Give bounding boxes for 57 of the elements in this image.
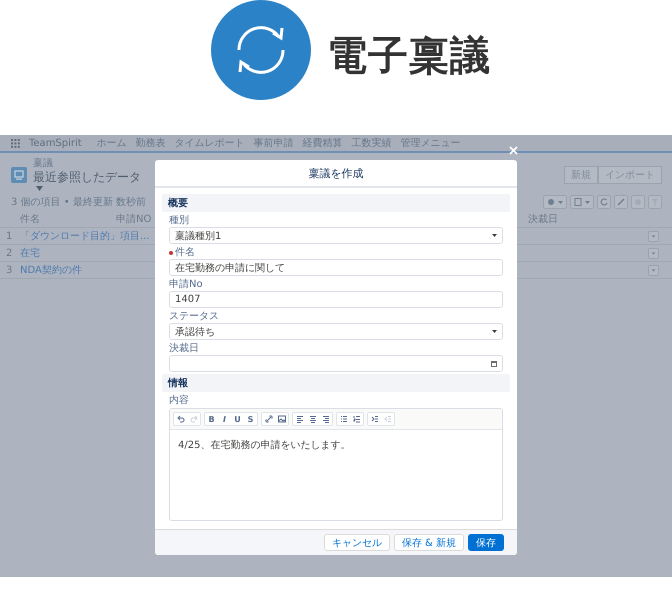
row-action-icon[interactable] bbox=[648, 248, 659, 258]
close-icon[interactable] bbox=[509, 146, 518, 155]
list-view-title[interactable]: 最近参照したデータ bbox=[33, 169, 141, 186]
row-number: 1 bbox=[6, 230, 14, 242]
filter-icon[interactable] bbox=[648, 195, 662, 209]
nav-tab[interactable]: 勤務表 bbox=[136, 136, 166, 150]
field-label: ステータス bbox=[169, 310, 219, 323]
page-title: 電子稟議 bbox=[327, 32, 491, 81]
format-button[interactable]: B bbox=[205, 413, 218, 425]
edit-icon[interactable] bbox=[614, 195, 628, 209]
field-label: 種別 bbox=[169, 214, 189, 227]
nav-tab[interactable]: 管理メニュー bbox=[400, 136, 461, 150]
nav-tab[interactable]: タイムレポート bbox=[174, 136, 245, 150]
save-button[interactable]: 保存 bbox=[468, 534, 504, 551]
calendar-icon[interactable] bbox=[491, 360, 497, 366]
row-action-icon[interactable] bbox=[648, 230, 659, 242]
input-field[interactable]: 在宅勤務の申請に関して bbox=[169, 259, 503, 276]
refresh-logo-icon bbox=[211, 0, 311, 100]
section-header[interactable]: 情報 bbox=[162, 374, 510, 392]
row-number: 2 bbox=[6, 248, 14, 258]
app-launcher-icon[interactable] bbox=[11, 138, 20, 148]
footer-button[interactable]: 保存 & 新規 bbox=[394, 534, 464, 551]
format-button[interactable]: I bbox=[218, 413, 231, 425]
select-field[interactable]: 承認待ち bbox=[169, 323, 503, 340]
table-view-icon[interactable] bbox=[570, 195, 594, 209]
nav-tab[interactable]: ホーム bbox=[96, 136, 127, 150]
field-label: 申請No bbox=[169, 278, 203, 291]
select-field[interactable]: 稟議種別1 bbox=[169, 227, 503, 244]
field-label: 件名 bbox=[175, 246, 195, 259]
dropdown-caret-icon bbox=[492, 330, 497, 333]
nav-tab[interactable]: 工数実績 bbox=[352, 136, 392, 150]
image-icon[interactable] bbox=[275, 413, 288, 425]
list-meta: 3 個の項目 • 最終更新 数秒前 bbox=[11, 196, 146, 209]
format-button[interactable]: S bbox=[244, 413, 257, 425]
input-field[interactable]: 1407 bbox=[169, 291, 503, 308]
column-header[interactable]: 決裁日 bbox=[528, 212, 648, 226]
section-header[interactable]: 概要 bbox=[162, 194, 510, 212]
refresh-icon[interactable] bbox=[597, 195, 611, 209]
dropdown-caret-icon bbox=[492, 234, 497, 237]
date-field[interactable] bbox=[169, 355, 503, 372]
format-button[interactable]: U bbox=[231, 413, 244, 425]
nav-tab[interactable]: 経費精算 bbox=[302, 136, 343, 150]
list-icon bbox=[11, 167, 27, 183]
required-marker-icon bbox=[169, 250, 173, 254]
column-header[interactable]: 件名 bbox=[20, 212, 116, 226]
nav-tab[interactable]: 事前申請 bbox=[254, 136, 294, 150]
app-name: TeamSpirit bbox=[29, 138, 82, 148]
field-label: 決裁日 bbox=[169, 342, 199, 355]
object-label: 稟議 bbox=[33, 159, 54, 169]
footer-button[interactable]: キャンセル bbox=[324, 534, 390, 551]
settings-icon[interactable] bbox=[543, 195, 567, 209]
row-number: 3 bbox=[6, 264, 14, 276]
field-label: 内容 bbox=[169, 394, 189, 407]
row-action-icon[interactable] bbox=[648, 264, 659, 276]
modal-title: 稟議を作成 bbox=[308, 166, 364, 180]
rich-text-field[interactable]: 4/25、在宅勤務の申請をいたします。 bbox=[170, 430, 502, 520]
caret-down-icon[interactable] bbox=[36, 186, 43, 191]
